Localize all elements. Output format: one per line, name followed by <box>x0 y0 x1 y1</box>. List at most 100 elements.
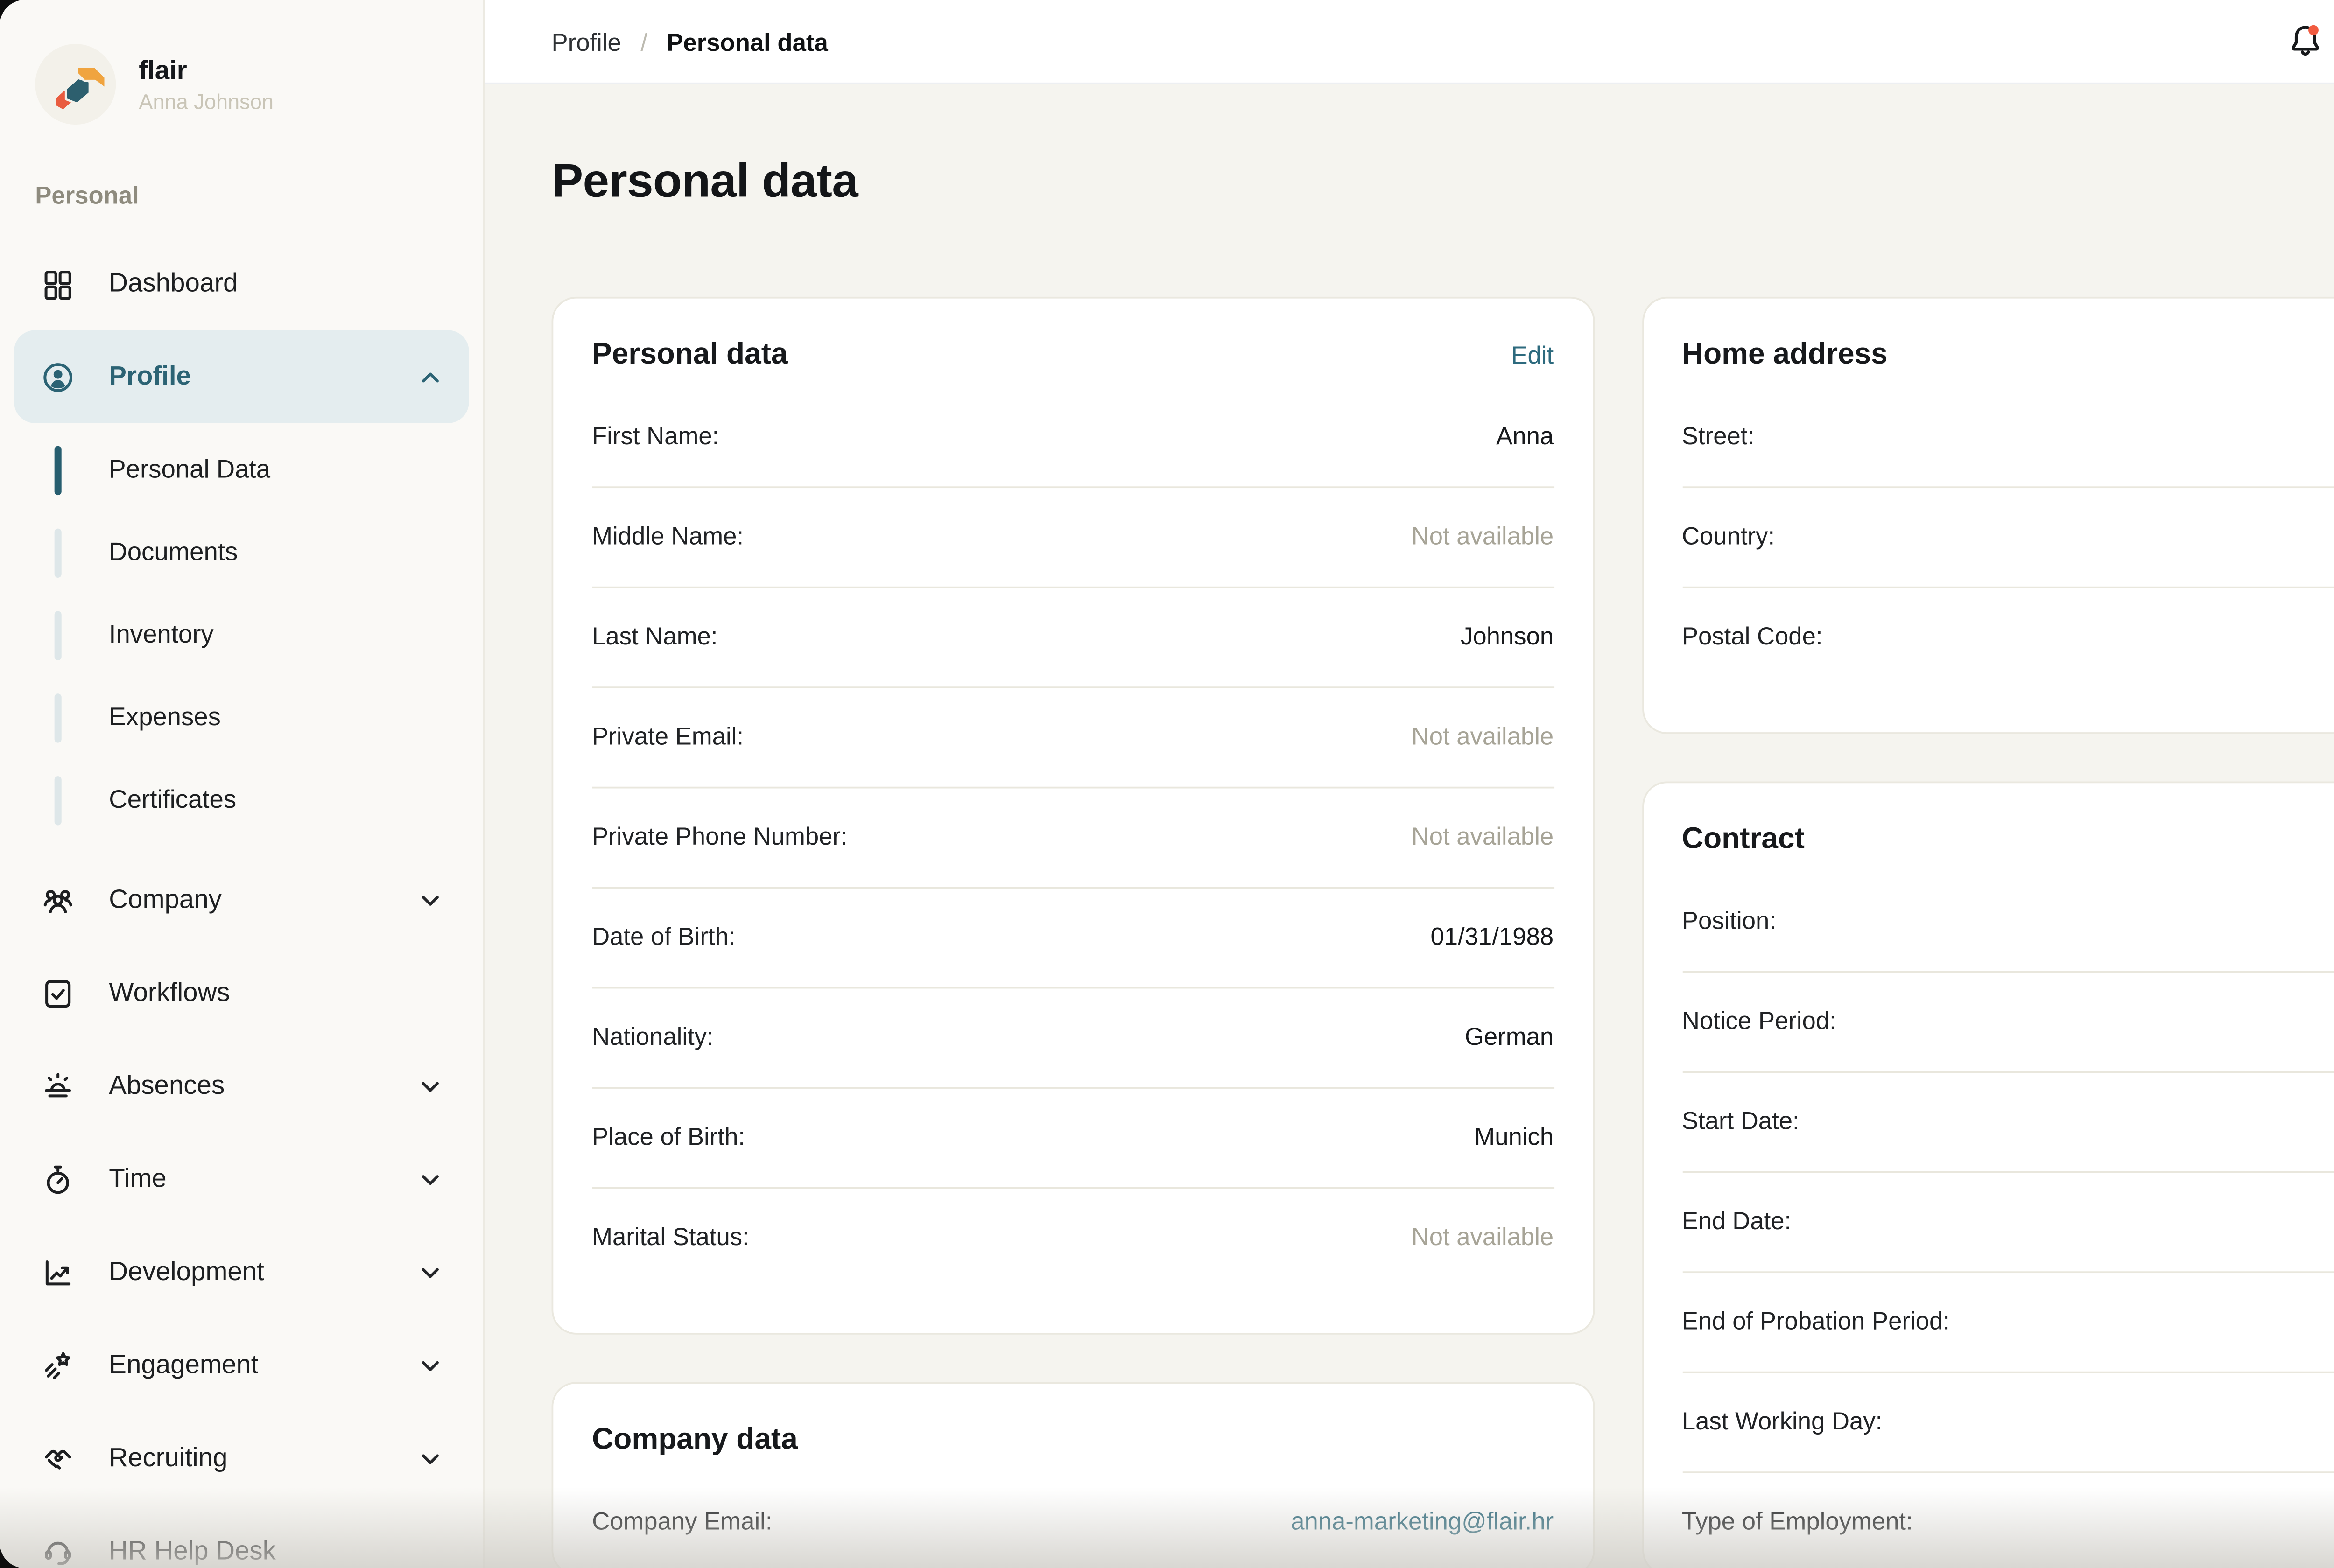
chevron-up-icon <box>416 363 444 391</box>
sidebar-subitem-certificates[interactable]: Certificates <box>0 759 483 841</box>
chevron-down-icon <box>416 1258 444 1286</box>
field-value: Anna <box>1496 421 1554 449</box>
field-row-street: Street:Regerstraße 7 <box>1682 388 2334 488</box>
sidebar-item-label: Profile <box>109 362 416 392</box>
sidebar-subitem-label: Expenses <box>109 703 221 731</box>
sidebar-subitem-label: Documents <box>109 538 238 566</box>
helpdesk-icon <box>41 1534 76 1568</box>
column-left: Personal dataEditFirst Name:AnnaMiddle N… <box>552 297 1594 1568</box>
field-row-postal-code: Postal Code:81541 <box>1682 588 2334 687</box>
field-row-private-email: Private Email:Not available <box>592 688 1554 788</box>
brand-name: flair <box>139 54 274 90</box>
sidebar-item-label: Development <box>109 1257 416 1287</box>
field-value: Not available <box>1412 1222 1554 1250</box>
breadcrumb-separator: / <box>640 27 647 55</box>
sidebar-item-label: Workflows <box>109 978 444 1008</box>
sidebar-subitem-expenses[interactable]: Expenses <box>0 676 483 759</box>
card-title: Company data <box>592 1422 798 1457</box>
field-row-end-of-probation-period: End of Probation Period:Not available <box>1682 1273 2334 1373</box>
field-value: Not available <box>1412 522 1554 550</box>
brand[interactable]: flair Anna Johnson <box>0 44 483 125</box>
sidebar-subitem-personal-data[interactable]: Personal Data <box>0 428 483 511</box>
development-icon <box>41 1255 76 1290</box>
sidebar-subitem-label: Certificates <box>109 786 236 814</box>
field-value-link[interactable]: anna-marketing@flair.hr <box>1291 1506 1554 1534</box>
card-header: Home addressEdit <box>1682 337 2334 372</box>
workflows-icon <box>41 975 76 1010</box>
field-label: End of Probation Period: <box>1682 1307 1950 1335</box>
page-title: Personal data <box>552 154 2334 209</box>
breadcrumb-profile[interactable]: Profile <box>552 27 621 55</box>
edit-button[interactable]: Edit <box>1511 341 1554 369</box>
sidebar-item-label: Engagement <box>109 1351 416 1380</box>
sidebar-subitem-documents[interactable]: Documents <box>0 511 483 594</box>
sidebar-item-workflows[interactable]: Workflows <box>0 946 483 1039</box>
field-row-middle-name: Middle Name:Not available <box>592 488 1554 588</box>
field-label: Nationality: <box>592 1022 714 1050</box>
field-label: Notice Period: <box>1682 1006 1836 1034</box>
field-row-end-date: End Date:Not available <box>1682 1173 2334 1273</box>
field-label: End Date: <box>1682 1206 1791 1234</box>
field-row-nationality: Nationality: German <box>592 988 1554 1088</box>
sidebar-item-dashboard[interactable]: Dashboard <box>0 237 483 330</box>
field-label: Position: <box>1682 906 1776 934</box>
sidebar-item-absences[interactable]: Absences <box>0 1040 483 1133</box>
field-row-last-working-day: Last Working Day:Not available <box>1682 1373 2334 1473</box>
sidebar-subitem-label: Personal Data <box>109 455 270 483</box>
field-label: Start Date: <box>1682 1106 1800 1134</box>
field-value: Munich <box>1474 1122 1554 1150</box>
card-title: Home address <box>1682 337 1888 372</box>
card-columns: Personal dataEditFirst Name:AnnaMiddle N… <box>552 297 2334 1568</box>
chevron-down-icon <box>416 1165 444 1193</box>
card-title: Personal data <box>592 337 788 372</box>
stage: flair Anna Johnson Personal Dashboard Pro… <box>0 0 2334 1568</box>
absences-icon <box>41 1069 76 1104</box>
topbar-actions: Anna Johnson <box>2285 16 2334 67</box>
field-row-company-email: Company Email:anna-marketing@flair.hr <box>592 1473 1554 1568</box>
app-window: flair Anna Johnson Personal Dashboard Pro… <box>0 0 2334 1568</box>
field-row-date-of-birth: Date of Birth:01/31/1988 <box>592 889 1554 988</box>
field-label: Country: <box>1682 522 1775 550</box>
sidebar-item-company[interactable]: Company <box>0 854 483 946</box>
field-value: German <box>1465 1022 1554 1050</box>
sidebar-item-label: Company <box>109 885 416 915</box>
subitem-indicator-bar <box>55 445 62 494</box>
sidebar-item-profile[interactable]: Profile <box>14 330 469 423</box>
field-row-notice-period: Notice Period:Not available <box>1682 973 2334 1073</box>
sidebar-item-engagement[interactable]: Engagement <box>0 1319 483 1412</box>
field-value: Johnson <box>1461 622 1554 650</box>
notifications-button[interactable] <box>2285 21 2326 62</box>
sidebar-item-time[interactable]: Time <box>0 1133 483 1225</box>
sidebar-item-recruiting[interactable]: Recruiting <box>0 1412 483 1505</box>
field-label: Street: <box>1682 421 1754 449</box>
sidebar-subitem-label: Inventory <box>109 621 213 649</box>
content: Personal data Personal dataEditFirst Nam… <box>485 84 2334 1568</box>
field-row-country: Country:Germany <box>1682 488 2334 588</box>
field-row-marital-status: Marital Status:Not available <box>592 1189 1554 1287</box>
profile-icon <box>41 359 76 394</box>
field-row-place-of-birth: Place of Birth:Munich <box>592 1089 1554 1189</box>
chevron-down-icon <box>416 1072 444 1100</box>
sidebar-item-hr-help-desk[interactable]: HR Help Desk <box>0 1505 483 1568</box>
sidebar-subitem-inventory[interactable]: Inventory <box>0 594 483 676</box>
field-label: Private Email: <box>592 722 744 750</box>
brand-user: Anna Johnson <box>139 90 274 114</box>
main-area: Profile / Personal data Anna Johnson Per… <box>485 0 2334 1568</box>
time-icon <box>41 1162 76 1197</box>
sidebar-item-label: Recruiting <box>109 1443 416 1473</box>
sidebar-item-development[interactable]: Development <box>0 1225 483 1318</box>
sidebar-section-label: Personal <box>35 181 448 209</box>
card-company-data: Company data Company Email:anna-marketing… <box>552 1382 1594 1568</box>
sidebar-item-label: Absences <box>109 1071 416 1101</box>
card-home-address: Home addressEditStreet:Regerstraße 7Coun… <box>1641 297 2334 734</box>
field-row-last-name: Last Name:Johnson <box>592 588 1554 688</box>
sidebar-sublist-profile: Personal Data Documents Inventory Expenses C… <box>0 428 483 841</box>
field-row-position: Position:Manager IT Department <box>1682 873 2334 973</box>
field-row-private-phone-number: Private Phone Number:Not available <box>592 788 1554 888</box>
card-title: Contract <box>1682 822 1805 857</box>
chevron-down-icon <box>416 1444 444 1472</box>
subitem-indicator-bar <box>55 693 62 742</box>
sidebar: flair Anna Johnson Personal Dashboard Pro… <box>0 0 485 1568</box>
card-header: Contract <box>1682 822 2334 857</box>
sidebar-item-label: Dashboard <box>109 269 444 299</box>
